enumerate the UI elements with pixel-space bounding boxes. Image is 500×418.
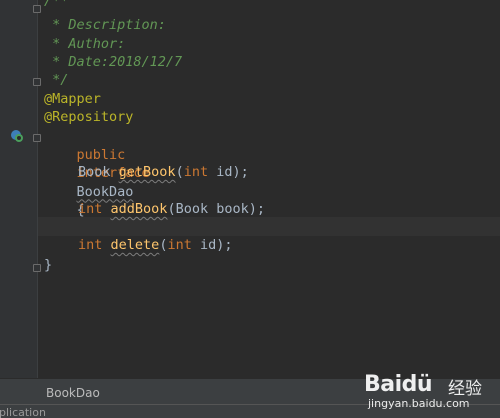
current-line-highlight: [38, 217, 500, 236]
comment-line: /**: [44, 0, 69, 9]
param-id: id);: [208, 164, 249, 180]
paren: (: [175, 164, 184, 180]
return-type-book: Book: [78, 164, 111, 180]
annotation-repository: @Repository: [44, 109, 134, 125]
keyword-int: int: [78, 237, 103, 253]
method-delete: delete: [110, 237, 160, 253]
watermark-logo: Baidü: [364, 372, 433, 397]
comment-line: */: [44, 72, 69, 88]
keyword-int: int: [78, 201, 103, 217]
interface-declaration: public interface BookDao {: [44, 127, 150, 219]
watermark-url: jingyan.baidu.com: [368, 397, 470, 410]
implemented-interface-icon[interactable]: [10, 129, 24, 143]
fold-marker[interactable]: [33, 5, 41, 13]
status-text: pplication: [0, 406, 46, 418]
params-book: (Book book);: [167, 201, 265, 217]
fold-marker[interactable]: [33, 264, 41, 272]
brace-close: }: [44, 257, 53, 273]
gutter-divider: [37, 0, 38, 378]
fold-marker[interactable]: [33, 134, 41, 142]
method-getbook-line: Book getBook(int id);: [78, 163, 249, 182]
method-addbook-line: int addBook(Book book);: [78, 200, 265, 219]
baidu-jingyan-watermark: Baidü 经验 jingyan.baidu.com: [356, 372, 496, 416]
param-id: id);: [191, 237, 233, 253]
comment-line: * Description:: [44, 17, 166, 33]
comment-line: * Date:2018/12/7: [44, 54, 183, 70]
interface-name: BookDao: [76, 183, 134, 200]
breadcrumb-bookdao[interactable]: BookDao: [46, 386, 100, 400]
editor-gutter: [0, 0, 37, 378]
annotation-mapper: @Mapper: [44, 91, 101, 107]
fold-marker[interactable]: [33, 78, 41, 86]
method-delete-line: int delete(int id);: [78, 236, 232, 255]
keyword-public: public: [76, 146, 126, 163]
method-addbook: addBook: [110, 201, 168, 217]
keyword-int: int: [183, 164, 209, 180]
comment-line: * Author:: [44, 36, 126, 52]
method-getbook: getBook: [118, 164, 176, 180]
keyword-int: int: [167, 237, 192, 253]
watermark-cn-text: 经验: [448, 379, 482, 399]
